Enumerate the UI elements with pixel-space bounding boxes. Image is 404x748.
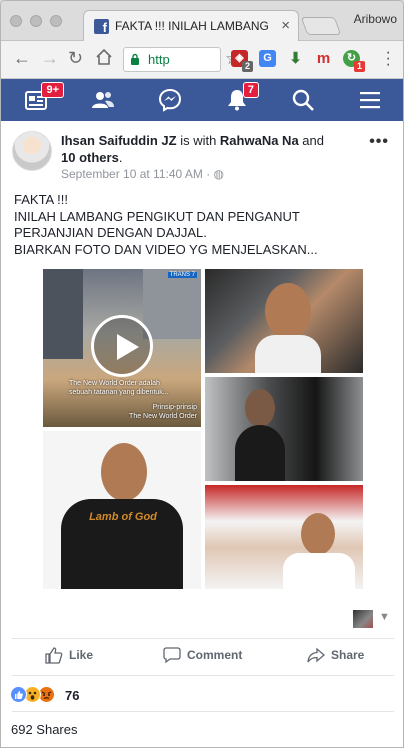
zoom-window-button[interactable] <box>50 15 62 27</box>
browser-menu-icon[interactable]: · · · <box>385 43 391 72</box>
divider <box>12 711 394 712</box>
post-text-line: INILAH LAMBANG PENGIKUT DAN PENGANUT <box>14 208 300 224</box>
shirt-print: Lamb of God <box>89 511 157 523</box>
video-caption-line: The New World Order <box>129 413 197 420</box>
divider <box>12 675 394 676</box>
post-text-line: FAKTA !!! <box>14 192 68 207</box>
download-arrow-icon[interactable]: ⬇ <box>287 50 304 67</box>
feed-post: Ihsan Saifuddin JZ is with RahwaNa Na an… <box>1 121 403 747</box>
shares-count[interactable]: 692 Shares <box>11 722 78 737</box>
notifications-bell-icon[interactable]: 7 <box>225 82 259 112</box>
search-icon[interactable] <box>291 88 315 112</box>
facebook-nav-bar: 9+ 7 <box>1 79 403 121</box>
messenger-icon[interactable] <box>158 88 182 112</box>
extension-shield-icon[interactable]: ◈ 2 <box>231 50 253 72</box>
and-text: and <box>298 133 324 148</box>
person-shirt <box>235 425 285 481</box>
post-timestamp[interactable]: September 10 at 11:40 AM <box>61 167 203 181</box>
browser-tab[interactable]: f FAKTA !!! INILAH LAMBANG P × <box>83 10 299 41</box>
translate-icon[interactable]: G <box>259 50 276 67</box>
profile-name[interactable]: Aribowo <box>354 12 397 26</box>
video-caption: The New World Order adalah sebuah tatana… <box>69 379 197 421</box>
post-text-line: PERJANJIAN DENGAN DAJJAL. <box>14 225 207 240</box>
person-shirt: Lamb of God <box>61 499 183 589</box>
author-avatar[interactable] <box>12 131 52 171</box>
video-caption-line: The New World Order adalah <box>69 380 160 387</box>
title-bar: f FAKTA !!! INILAH LAMBANG P × Aribowo <box>1 1 403 41</box>
post-meta: September 10 at 11:40 AM · ◍ <box>61 167 224 181</box>
video-caption-line: Prinsip-prinsip <box>152 404 197 411</box>
friends-icon[interactable] <box>91 88 115 112</box>
person-face <box>265 283 311 339</box>
video-scene-part <box>143 269 201 339</box>
reaction-count[interactable]: 76 <box>65 688 79 703</box>
thumbs-up-icon <box>45 647 63 664</box>
address-bar[interactable]: http <box>123 47 221 72</box>
person-face <box>101 443 147 501</box>
back-arrow-icon[interactable]: ← <box>13 48 31 69</box>
chevron-down-icon[interactable]: ▼ <box>379 611 390 623</box>
person-face <box>301 513 335 555</box>
news-feed-icon[interactable]: 9+ <box>24 82 64 112</box>
home-icon[interactable] <box>95 48 113 71</box>
video-caption-line: sebuah tatanan yang dibentuk... <box>69 389 169 396</box>
hamburger-menu-icon[interactable] <box>358 88 382 112</box>
person-shirt <box>255 335 321 373</box>
tagged-name[interactable]: RahwaNa Na <box>220 133 299 148</box>
divider <box>12 638 394 639</box>
period: . <box>118 150 123 165</box>
green-extension-icon[interactable]: ↻ 1 <box>343 50 365 72</box>
separator-dot: · <box>202 167 214 181</box>
post-options-icon[interactable]: ••• <box>369 133 389 151</box>
with-text: is with <box>176 133 220 148</box>
news-feed-badge: 9+ <box>41 82 64 98</box>
others-link[interactable]: 10 others <box>61 150 119 165</box>
author-name[interactable]: Ihsan Saifuddin JZ <box>61 133 177 148</box>
minimize-window-button[interactable] <box>30 15 42 27</box>
video-channel-logo: TRANS 7 <box>167 272 197 278</box>
close-window-button[interactable] <box>10 15 22 27</box>
post-header: Ihsan Saifuddin JZ is with RahwaNa Na an… <box>61 132 361 166</box>
extension-badge: 2 <box>242 61 253 72</box>
video-scene-part <box>43 269 83 359</box>
lock-icon <box>130 53 140 68</box>
react-as-avatar[interactable] <box>353 610 373 628</box>
post-photo[interactable] <box>205 269 363 373</box>
post-text: FAKTA !!! INILAH LAMBANG PENGIKUT DAN PE… <box>14 192 394 258</box>
post-text-line: BIARKAN FOTO DAN VIDEO YG MENJELASKAN... <box>14 241 318 257</box>
forward-arrow-icon[interactable]: → <box>41 48 59 69</box>
like-label: Like <box>69 648 94 662</box>
play-button-icon[interactable] <box>91 315 153 377</box>
like-reaction-icon <box>10 686 27 703</box>
notifications-badge: 7 <box>242 82 259 98</box>
url-text: http <box>148 52 170 67</box>
comment-label: Comment <box>187 648 243 662</box>
share-label: Share <box>331 648 365 662</box>
tab-close-icon[interactable]: × <box>281 17 290 34</box>
globe-icon: ◍ <box>213 167 225 181</box>
post-photo[interactable]: Lamb of God <box>43 431 201 589</box>
person-shirt <box>283 553 355 589</box>
extension-badge: 1 <box>354 61 365 72</box>
browser-window: f FAKTA !!! INILAH LAMBANG P × Aribowo ←… <box>0 0 404 748</box>
comment-bubble-icon <box>163 647 181 664</box>
share-arrow-icon <box>307 647 325 663</box>
post-photo[interactable] <box>205 485 363 589</box>
browser-toolbar: ← → ↻ http ☆ ◈2 G ⬇ m ↻1 ··· <box>1 41 403 79</box>
tab-title: FAKTA !!! INILAH LAMBANG P <box>115 19 270 33</box>
new-tab-button[interactable] <box>300 17 342 35</box>
video-thumbnail[interactable]: TRANS 7 The New World Order adalah sebua… <box>43 269 201 427</box>
post-photo[interactable] <box>205 377 363 481</box>
m-extension-icon[interactable]: m <box>315 50 332 67</box>
reload-icon[interactable]: ↻ <box>68 48 83 69</box>
person-face <box>245 389 275 427</box>
facebook-favicon-icon: f <box>94 19 109 35</box>
